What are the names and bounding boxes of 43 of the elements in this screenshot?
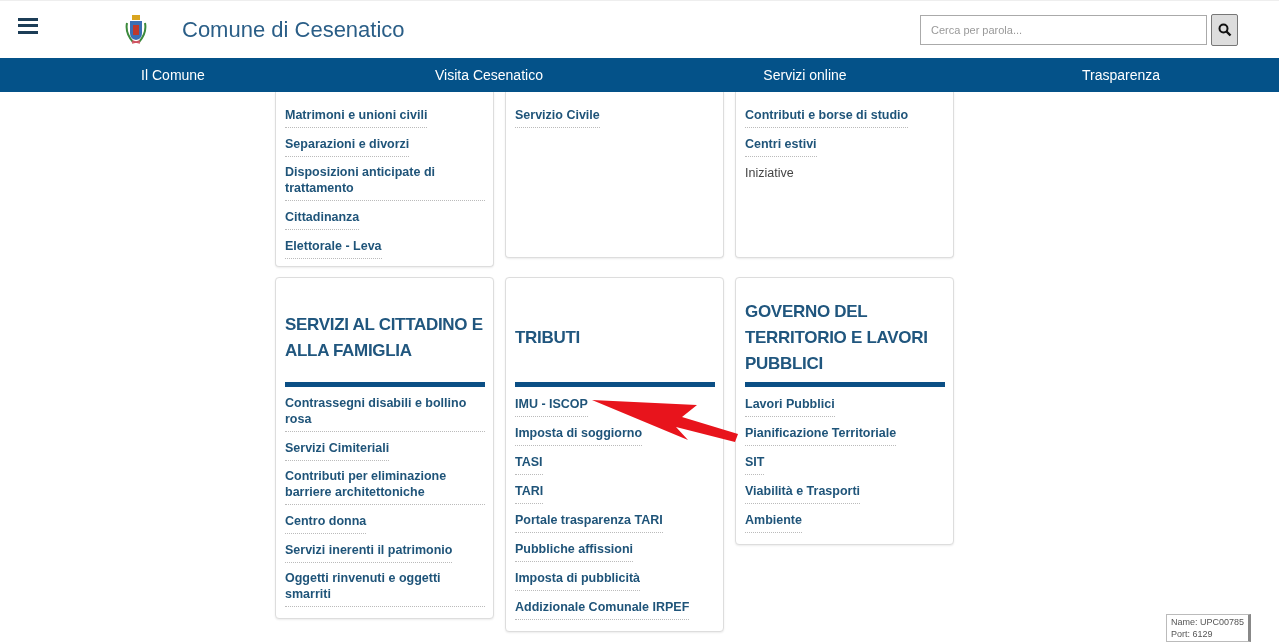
nav-link[interactable]: Il Comune xyxy=(141,67,205,83)
service-link[interactable]: Cittadinanza xyxy=(285,207,360,230)
service-link[interactable]: Contributi per eliminazione barriere architettoniche xyxy=(285,466,485,505)
service-link[interactable]: Portale trasparenza TARI xyxy=(515,510,663,533)
category-heading: TRIBUTI xyxy=(515,327,580,349)
service-link[interactable]: Imposta di soggiorno xyxy=(515,423,643,446)
service-link[interactable]: IMU - ISCOP xyxy=(515,394,588,417)
service-link[interactable]: Pubbliche affissioni xyxy=(515,539,634,562)
service-link[interactable]: Ambiente xyxy=(745,510,802,533)
category-heading: GOVERNO DEL TERRITORIO E LAVORI PUBBLICI xyxy=(745,301,929,375)
tooltip-text: Port: 6129 xyxy=(1171,628,1214,640)
service-link[interactable]: Oggetti rinvenuti e oggetti smarriti xyxy=(285,568,485,607)
service-link[interactable]: Disposizioni anticipate di trattamento xyxy=(285,162,485,201)
service-link[interactable]: Elettorale - Leva xyxy=(285,236,382,259)
service-link[interactable]: Contributi e borse di studio xyxy=(745,105,909,128)
service-link[interactable]: Addizionale Comunale IRPEF xyxy=(515,597,690,620)
service-link[interactable]: Separazioni e divorzi xyxy=(285,134,410,157)
service-link[interactable]: Imposta di pubblicità xyxy=(515,568,640,591)
search-field[interactable]: Cerca per parola... xyxy=(920,14,1207,45)
service-link[interactable]: Centro donna xyxy=(285,511,367,534)
service-label: Iniziative xyxy=(745,165,794,182)
search-icon xyxy=(1217,22,1232,37)
service-link[interactable]: Viabilità e Trasporti xyxy=(745,481,861,504)
tooltip-text: Name: UPC00785 xyxy=(1171,616,1245,628)
service-link[interactable]: Centri estivi xyxy=(745,134,817,157)
service-link[interactable]: TARI xyxy=(515,481,544,504)
service-link[interactable]: Servizi Cimiteriali xyxy=(285,438,390,461)
menu-icon[interactable] xyxy=(18,17,38,34)
service-link[interactable]: Pianificazione Territoriale xyxy=(745,423,897,446)
service-link[interactable]: SIT xyxy=(745,452,765,475)
nav-link[interactable]: Servizi online xyxy=(763,67,847,83)
service-link[interactable]: Contrassegni disabili e bollino rosa xyxy=(285,393,485,432)
category-heading: SERVIZI AL CITTADINO E ALLA FAMIGLIA xyxy=(285,314,484,362)
service-link[interactable]: Servizi inerenti il patrimonio xyxy=(285,540,453,563)
site-title[interactable]: Comune di Cesenatico xyxy=(182,16,405,43)
service-link[interactable]: Lavori Pubblici xyxy=(745,394,835,417)
coat-of-arms-logo xyxy=(124,13,148,46)
nav-link[interactable]: Trasparenza xyxy=(1081,67,1161,83)
nav-link[interactable]: Visita Cesenatico xyxy=(435,67,543,83)
service-link[interactable]: Matrimoni e unioni civili xyxy=(285,105,428,128)
search-button[interactable] xyxy=(1211,13,1238,46)
service-link[interactable]: TASI xyxy=(515,452,543,475)
service-link[interactable]: Servizio Civile xyxy=(515,105,600,128)
